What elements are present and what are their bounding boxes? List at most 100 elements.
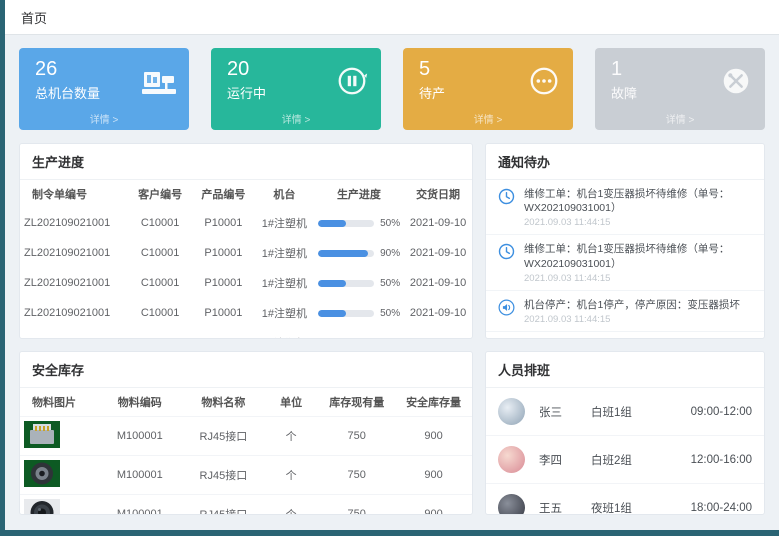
connector-photo	[24, 460, 60, 487]
table-header-row: 制令单编号 客户编号 产品编号 机台 生产进度 交货日期	[20, 180, 472, 208]
material-code-cell: M100001	[97, 495, 183, 516]
progress-bar	[318, 250, 374, 257]
staff-row: 王五 夜班1组 18:00-24:00	[486, 484, 764, 515]
col-delivery-date: 交货日期	[404, 180, 472, 208]
window-bottom-edge	[0, 530, 779, 536]
card-detail-link[interactable]: 详情 >	[19, 111, 189, 126]
machine-cell: 1#注塑机	[255, 208, 314, 238]
machine-cell: 1#注塑机	[255, 238, 314, 268]
order-no-cell: ZL202109021001	[20, 298, 128, 328]
progress-bar	[318, 280, 374, 287]
progress-label: 50%	[380, 278, 400, 289]
col-material-code: 物料编码	[97, 388, 183, 417]
progress-cell: 50%	[314, 298, 404, 328]
material-code-cell: M100001	[97, 456, 183, 495]
card-detail-link[interactable]: 详情 >	[595, 111, 765, 126]
avatar	[498, 494, 525, 515]
window-left-edge	[0, 0, 5, 536]
material-name-cell: RJ45接口	[183, 417, 264, 456]
stat-cards-row: 26 总机台数量 详情 > 20 运行中	[19, 48, 765, 130]
running-icon	[335, 64, 369, 103]
product-no-cell: P10001	[192, 208, 255, 238]
production-table: 制令单编号 客户编号 产品编号 机台 生产进度 交货日期 ZL202109021…	[20, 180, 472, 339]
product-no-cell: P10001	[192, 238, 255, 268]
on-hand-cell: 750	[318, 456, 395, 495]
staff-shift: 夜班1组	[591, 500, 661, 516]
unit-cell: 个	[264, 495, 318, 516]
tab-home[interactable]: 首页	[5, 0, 63, 34]
safety-qty-cell: 900	[395, 495, 472, 516]
stat-card-running[interactable]: 20 运行中 详情 >	[211, 48, 381, 130]
staff-time: 09:00-12:00	[691, 406, 752, 418]
product-no-cell: P10001	[192, 298, 255, 328]
delivery-date-cell: 2021-09-10	[404, 238, 472, 268]
material-name-cell: RJ45接口	[183, 456, 264, 495]
card-detail-link[interactable]: 详情 >	[403, 111, 573, 126]
col-material-image: 物料图片	[20, 388, 97, 417]
progress-label: 90%	[380, 248, 400, 259]
stat-card-total-machines[interactable]: 26 总机台数量 详情 >	[19, 48, 189, 130]
notice-item[interactable]: 维修工单：机台1变压器损坏待维修（单号：WX202109031001） 2021…	[486, 235, 764, 290]
production-row: ZL202109021001 C10001 P10001 1#注塑机 90% 2…	[20, 238, 472, 268]
delivery-date-cell: 2021-09-10	[404, 328, 472, 339]
machine-cell: 1#注塑机	[255, 298, 314, 328]
tab-bar: 首页	[5, 0, 779, 35]
production-row: ZL202109021001 C10001 P10001 1#注塑机 50% 2…	[20, 328, 472, 339]
machine-cell: 1#注塑机	[255, 328, 314, 339]
standby-icon	[527, 64, 561, 103]
staff-schedule-panel: 人员排班 张三 白班1组 09:00-12:00 李四 白班2组 12:00-1…	[485, 351, 765, 515]
col-unit: 单位	[264, 388, 318, 417]
machine-cell: 1#注塑机	[255, 268, 314, 298]
notice-text: 维修工单：机台1变压器损坏待维修（单号：WX202109031001）	[524, 242, 754, 270]
notice-text: 维修工单：机台1变压器损坏待维修（单号：WX202109031001）	[524, 187, 754, 215]
speaker-photo	[24, 499, 60, 515]
progress-bar	[318, 220, 374, 227]
staff-time: 18:00-24:00	[691, 502, 752, 514]
unit-cell: 个	[264, 456, 318, 495]
notice-item[interactable]: 机台停产：机台1停产，停产原因：变压器损坏 2021.09.03 11:44:1…	[486, 291, 764, 332]
staff-name: 王五	[539, 500, 591, 516]
product-no-cell: P10001	[192, 328, 255, 339]
avatar	[498, 446, 525, 473]
progress-cell: 90%	[314, 238, 404, 268]
col-machine: 机台	[255, 180, 314, 208]
stat-card-standby[interactable]: 5 待产 详情 >	[403, 48, 573, 130]
staff-name: 张三	[539, 404, 591, 420]
inventory-row: M100001 RJ45接口 个 750 900	[20, 417, 472, 456]
product-no-cell: P10001	[192, 268, 255, 298]
inventory-row: M100001 RJ45接口 个 750 900	[20, 495, 472, 516]
staff-shift: 白班2组	[591, 452, 661, 468]
order-no-cell: ZL202109021001	[20, 328, 128, 339]
col-order-no: 制令单编号	[20, 180, 128, 208]
col-progress: 生产进度	[314, 180, 404, 208]
production-row: ZL202109021001 C10001 P10001 1#注塑机 50% 2…	[20, 298, 472, 328]
clock-icon	[498, 242, 516, 283]
notice-item[interactable]: 维修工单：机台1变压器损坏待维修（单号：WX202109031001） 2021…	[486, 180, 764, 235]
customer-no-cell: C10001	[128, 268, 191, 298]
progress-cell: 50%	[314, 328, 404, 339]
progress-label: 50%	[380, 218, 400, 229]
customer-no-cell: C10001	[128, 238, 191, 268]
customer-no-cell: C10001	[128, 208, 191, 238]
order-no-cell: ZL202109021001	[20, 208, 128, 238]
production-row: ZL202109021001 C10001 P10001 1#注塑机 50% 2…	[20, 208, 472, 238]
panel-title: 生产进度	[20, 144, 472, 180]
staff-row: 李四 白班2组 12:00-16:00	[486, 436, 764, 484]
notice-item[interactable]: 计划督促：机台1生产计划已督促 2021.09.03 11:44:15	[486, 332, 764, 339]
stat-card-fault[interactable]: 1 故障 详情 >	[595, 48, 765, 130]
order-no-cell: ZL202109021001	[20, 268, 128, 298]
progress-cell: 50%	[314, 268, 404, 298]
staff-shift: 白班1组	[591, 404, 661, 420]
speaker-icon	[498, 298, 516, 325]
delivery-date-cell: 2021-09-10	[404, 298, 472, 328]
avatar	[498, 398, 525, 425]
staff-name: 李四	[539, 452, 591, 468]
card-detail-link[interactable]: 详情 >	[211, 111, 381, 126]
notice-time: 2021.09.03 11:44:15	[524, 217, 754, 228]
material-name-cell: RJ45接口	[183, 495, 264, 516]
safety-qty-cell: 900	[395, 417, 472, 456]
order-no-cell: ZL202109021001	[20, 238, 128, 268]
notice-time: 2021.09.03 11:44:15	[524, 314, 740, 325]
dashboard-content: 26 总机台数量 详情 > 20 运行中	[5, 35, 779, 530]
panel-title: 人员排班	[486, 352, 764, 388]
